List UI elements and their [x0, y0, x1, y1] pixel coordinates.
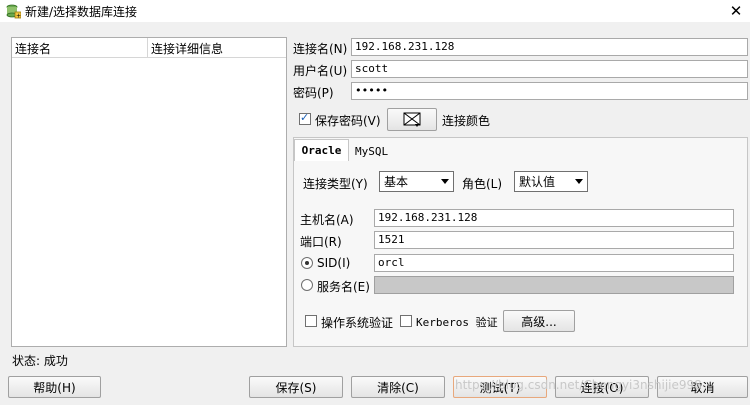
conn-type-value: 基本 — [384, 175, 409, 189]
save-password-checkbox[interactable] — [299, 111, 311, 125]
chevron-down-icon — [441, 179, 449, 184]
sid-label: SID(I) — [317, 256, 351, 270]
connection-list[interactable]: 连接名 连接详细信息 — [11, 37, 287, 347]
tab-mysql[interactable]: MySQL — [352, 142, 391, 160]
close-button[interactable]: ✕ — [722, 0, 750, 22]
password-input[interactable]: ••••• — [351, 82, 748, 100]
clear-button[interactable]: 清除(C) — [351, 376, 445, 398]
save-button[interactable]: 保存(S) — [249, 376, 343, 398]
sid-radio[interactable] — [301, 257, 313, 269]
cancel-button[interactable]: 取消 — [657, 376, 748, 398]
tab-oracle[interactable]: Oracle — [294, 139, 349, 161]
username-label: 用户名(U) — [293, 64, 348, 78]
service-name-label: 服务名(E) — [317, 280, 370, 294]
host-label: 主机名(A) — [300, 213, 354, 227]
os-auth-checkbox[interactable] — [305, 315, 317, 327]
role-label: 角色(L) — [462, 177, 503, 191]
password-label: 密码(P) — [293, 86, 334, 100]
status-text: 状态: 成功 — [12, 354, 68, 368]
svg-text:+: + — [16, 13, 21, 20]
connection-list-header: 连接名 连接详细信息 — [12, 38, 286, 58]
title-bar: + 新建/选择数据库连接 ✕ — [0, 0, 750, 22]
column-header-details[interactable]: 连接详细信息 — [151, 40, 223, 57]
database-icon: + — [6, 4, 21, 20]
help-button[interactable]: 帮助(H) — [8, 376, 101, 398]
window-title: 新建/选择数据库连接 — [25, 5, 138, 19]
conn-name-input[interactable]: 192.168.231.128 — [351, 38, 748, 56]
service-name-radio[interactable] — [301, 279, 313, 291]
port-label: 端口(R) — [300, 235, 342, 249]
role-select[interactable]: 默认值 — [514, 171, 588, 192]
role-value: 默认值 — [519, 175, 556, 189]
conn-type-label: 连接类型(Y) — [303, 177, 368, 191]
kerberos-checkbox[interactable] — [400, 315, 412, 327]
color-picker-icon — [403, 112, 421, 127]
advanced-button[interactable]: 高级... — [503, 310, 575, 332]
port-input[interactable]: 1521 — [374, 231, 734, 249]
conn-type-select[interactable]: 基本 — [379, 171, 454, 192]
connect-button[interactable]: 连接(O) — [555, 376, 649, 398]
host-input[interactable]: 192.168.231.128 — [374, 209, 734, 227]
service-name-input[interactable] — [374, 276, 734, 294]
column-divider[interactable] — [147, 38, 148, 57]
sid-input[interactable]: orcl — [374, 254, 734, 272]
column-header-name[interactable]: 连接名 — [15, 40, 51, 57]
conn-color-label: 连接颜色 — [442, 114, 491, 128]
connection-color-button[interactable] — [387, 108, 437, 131]
save-password-label: 保存密码(V) — [315, 114, 381, 128]
username-input[interactable]: scott — [351, 60, 748, 78]
test-button[interactable]: 测试(T) — [453, 376, 547, 398]
chevron-down-icon — [575, 179, 583, 184]
kerberos-label: Kerberos 验证 — [416, 316, 498, 329]
os-auth-label: 操作系统验证 — [321, 316, 394, 330]
conn-name-label: 连接名(N) — [293, 42, 348, 56]
